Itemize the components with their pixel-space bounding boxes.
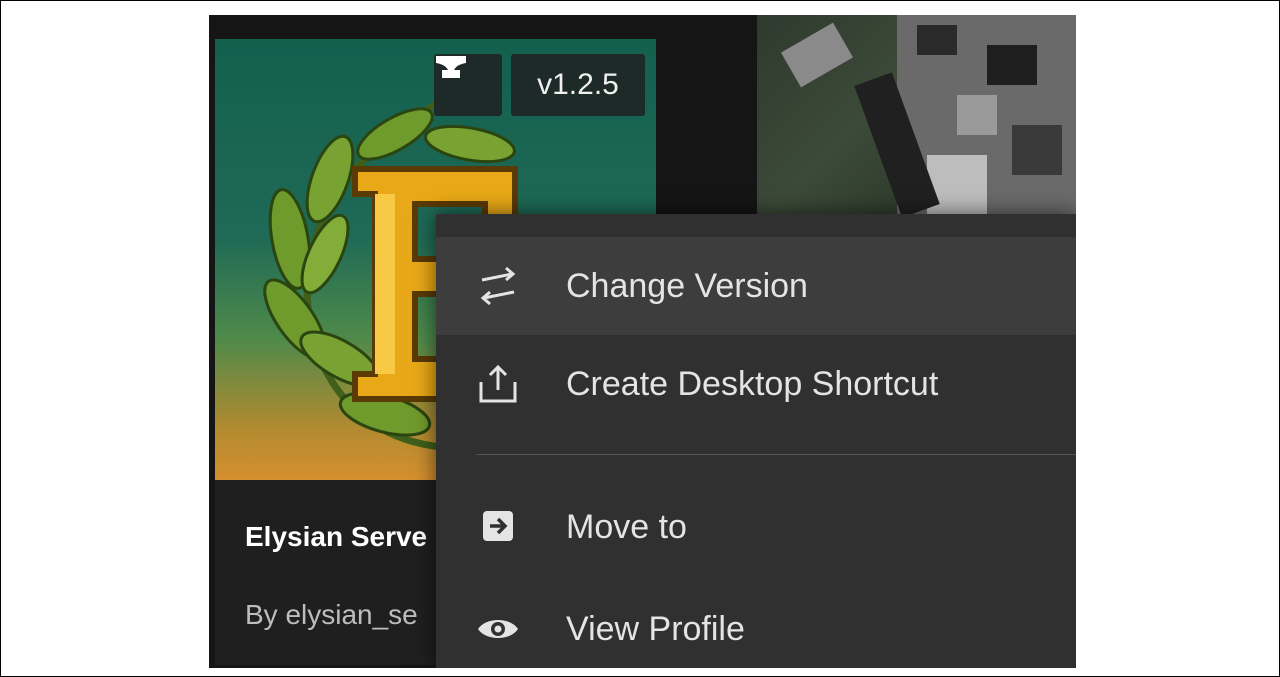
share-upload-icon [476, 364, 520, 404]
context-menu: Change Version Create Desktop Shortcut M… [436, 214, 1076, 668]
menu-item-change-version[interactable]: Change Version [436, 237, 1076, 335]
screenshot-frame: v1.2.5 Elysian Serve By elysian_se Chang… [0, 0, 1280, 677]
blocky-character-image [781, 15, 1076, 215]
second-modpack-card[interactable] [757, 15, 1076, 215]
anvil-icon [436, 56, 466, 78]
menu-item-create-desktop-shortcut[interactable]: Create Desktop Shortcut [436, 335, 1076, 433]
loader-badge [434, 54, 502, 116]
menu-item-label: Change Version [566, 266, 808, 305]
menu-item-label: View Profile [566, 609, 745, 648]
move-to-folder-icon [476, 507, 520, 547]
version-badge: v1.2.5 [511, 54, 645, 116]
menu-item-label: Create Desktop Shortcut [566, 364, 939, 403]
menu-item-move-to[interactable]: Move to [436, 478, 1076, 576]
eye-icon [476, 609, 520, 649]
menu-item-view-profile[interactable]: View Profile [436, 580, 1076, 668]
app-window: v1.2.5 Elysian Serve By elysian_se Chang… [209, 15, 1076, 668]
swap-arrows-icon [476, 266, 520, 306]
modpack-author[interactable]: By elysian_se [245, 599, 418, 631]
menu-item-label: Move to [566, 507, 687, 546]
menu-divider [476, 454, 1076, 455]
modpack-title[interactable]: Elysian Serve [245, 521, 427, 553]
